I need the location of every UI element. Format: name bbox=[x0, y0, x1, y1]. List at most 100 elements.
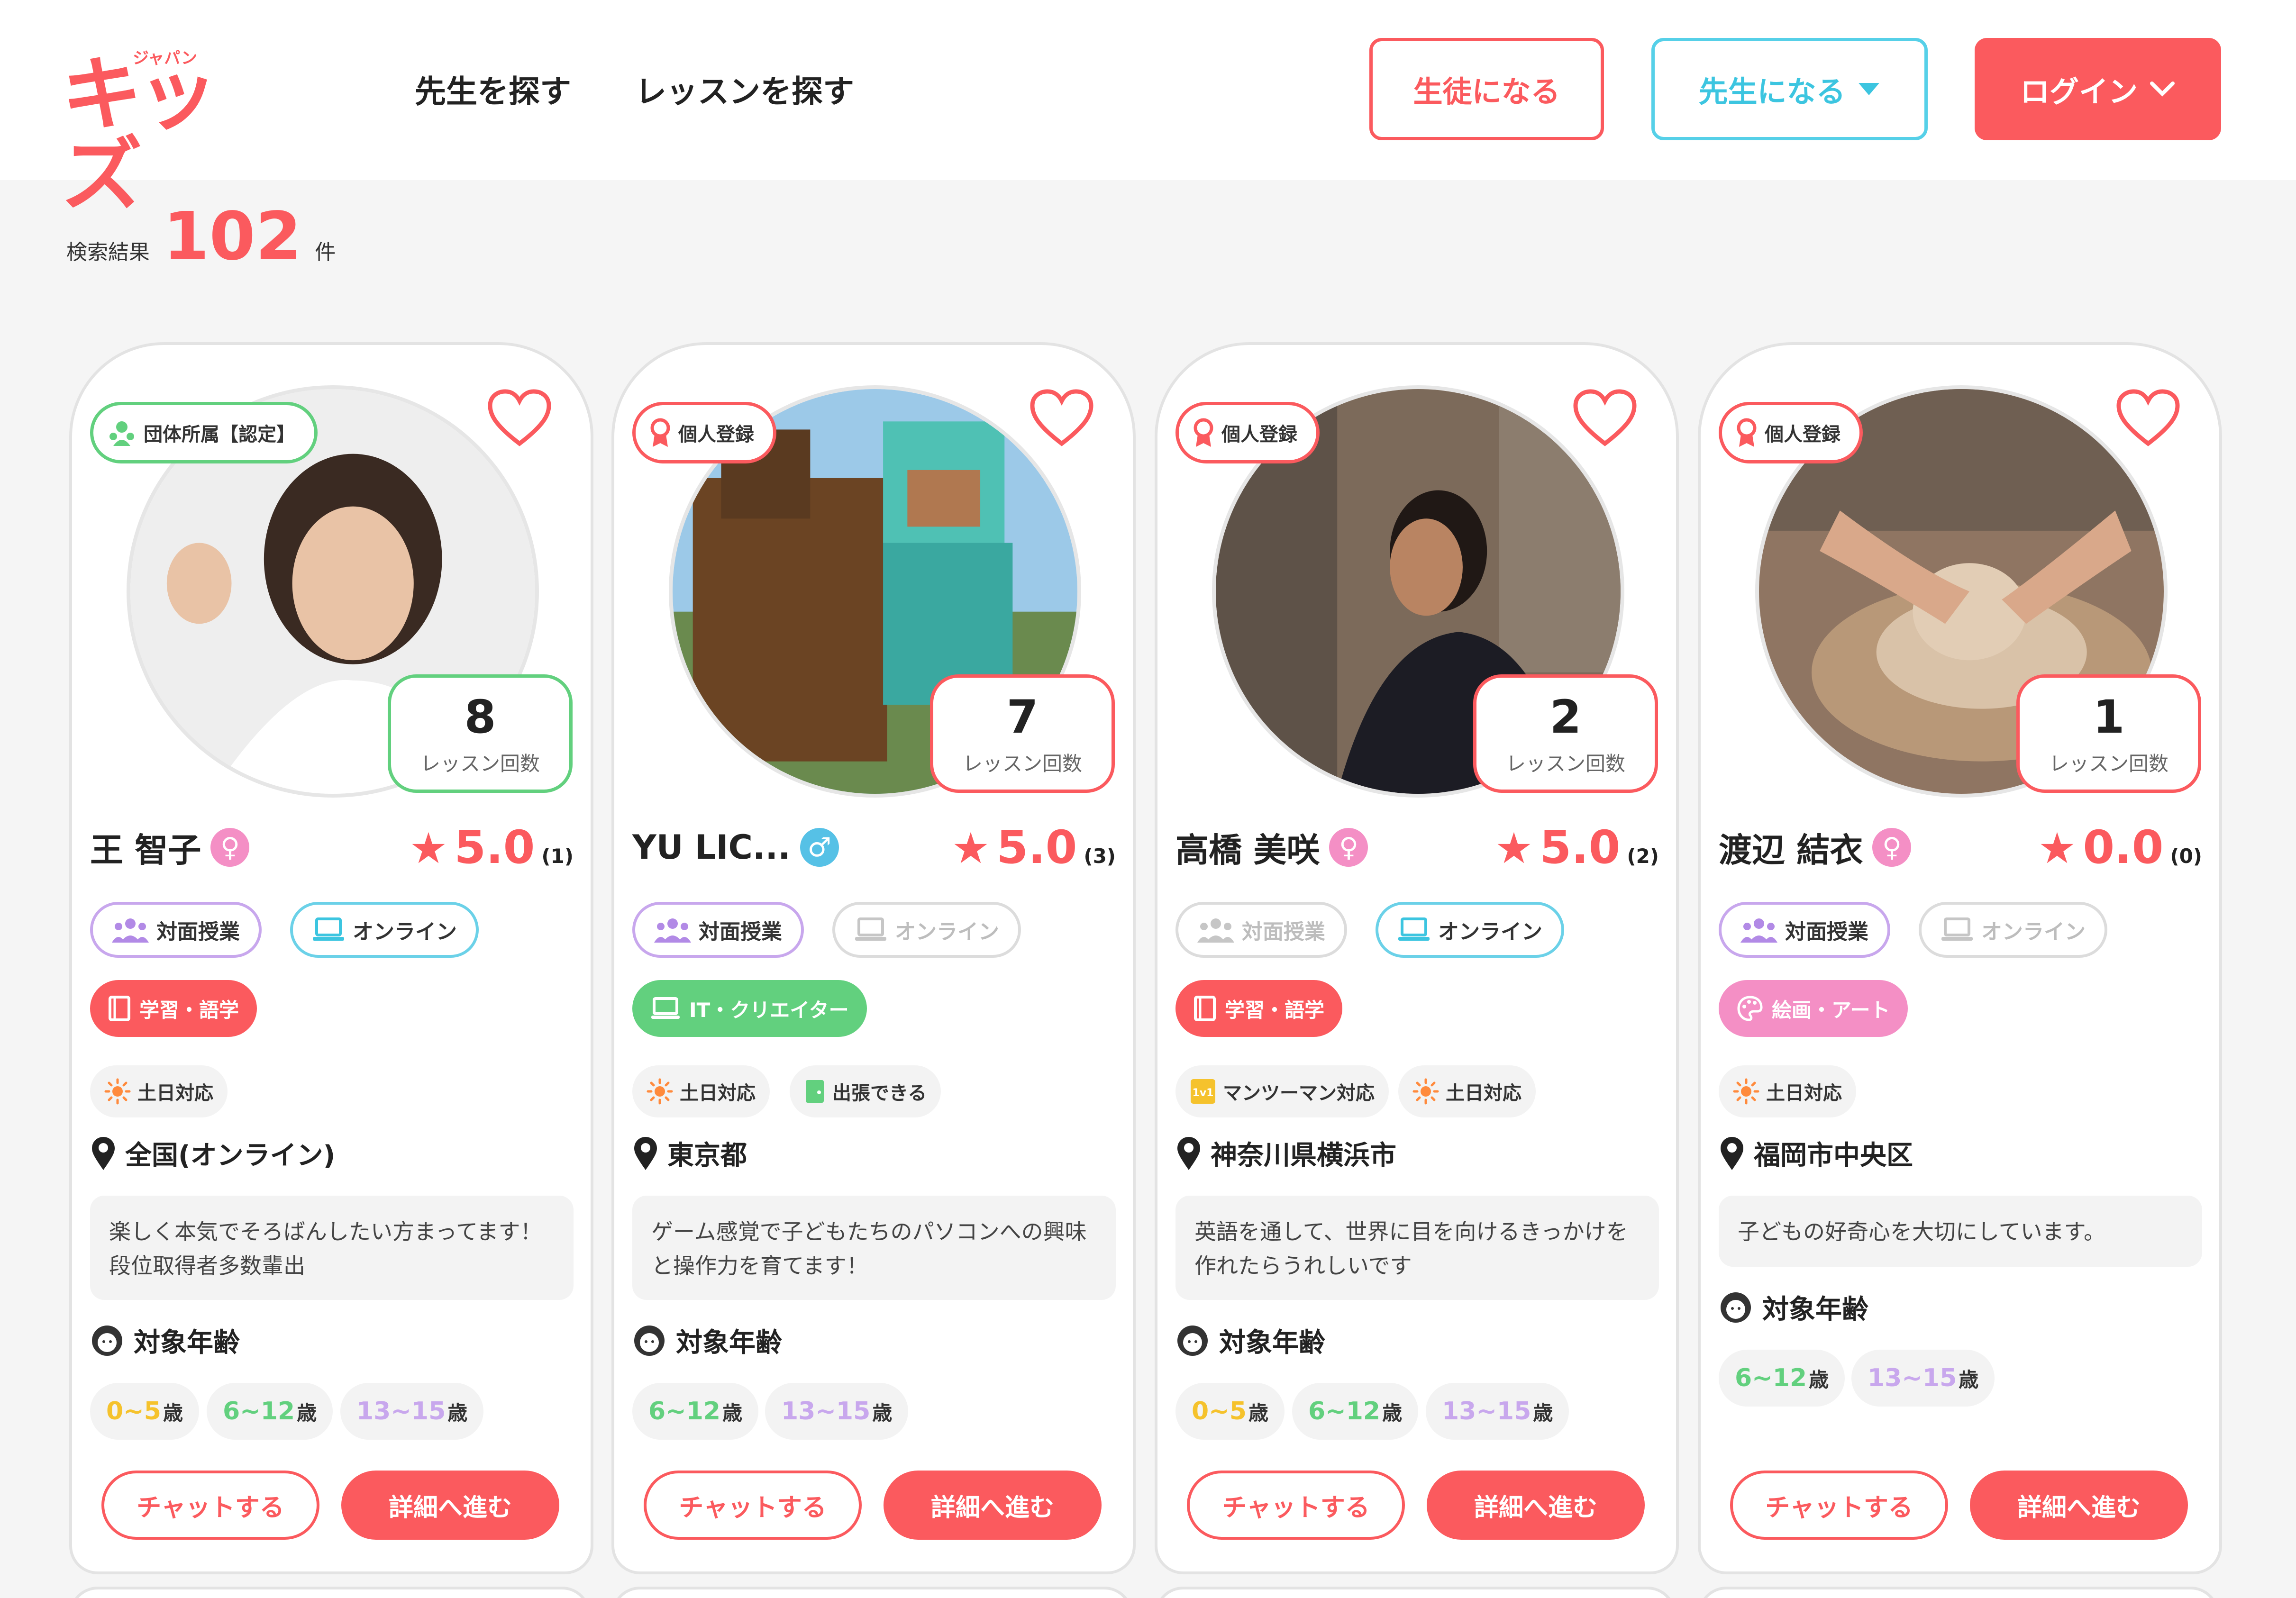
ribbon-icon bbox=[1737, 418, 1757, 447]
individual-badge: 個人登録 bbox=[632, 402, 776, 463]
review-count: (0) bbox=[2170, 844, 2202, 868]
female-icon: ♀ bbox=[1872, 828, 1912, 867]
people-icon bbox=[654, 918, 691, 943]
sun-icon bbox=[1412, 1078, 1439, 1105]
category-badge: 学習・語学 bbox=[1175, 980, 1343, 1037]
age-unit: 歳 bbox=[1533, 1401, 1553, 1425]
map-pin-icon bbox=[634, 1136, 657, 1170]
lesson-count-label: レッスン回数 bbox=[420, 752, 540, 775]
results-number: 102 bbox=[163, 198, 302, 275]
chat-button[interactable]: チャットする bbox=[644, 1471, 862, 1540]
name-row: YU LIC... ♂ ★ 5.0 (3) bbox=[632, 819, 1116, 876]
category-label: 学習・語学 bbox=[139, 998, 239, 1022]
nav-find-lesson[interactable]: レッスンを探す bbox=[635, 66, 854, 112]
rating-value: 0.0 bbox=[2083, 821, 2164, 874]
teacher-card[interactable]: 団体所属【認定】 8 レッスン回数 王 智子 ♀ ★ 5.0 (1) 対面授業 … bbox=[69, 342, 593, 1574]
lesson-count-box: 2 レッスン回数 bbox=[1473, 674, 1658, 793]
login-label: ログイン bbox=[2020, 74, 2138, 109]
sun-icon bbox=[1733, 1078, 1759, 1105]
sun-icon bbox=[647, 1078, 673, 1105]
age-unit: 歳 bbox=[1959, 1368, 1979, 1391]
age-pill: 13~15 歳 bbox=[1426, 1383, 1569, 1440]
child-face-icon bbox=[92, 1325, 122, 1356]
age-pill: 13~15 歳 bbox=[765, 1383, 909, 1440]
age-unit: 歳 bbox=[872, 1401, 893, 1425]
laptop-icon bbox=[651, 997, 680, 1019]
teacher-card[interactable]: 個人登録 2 レッスン回数 高橋 美咲 ♀ ★ 5.0 (2) 対面授業 オンラ… bbox=[1155, 342, 1679, 1574]
detail-button[interactable]: 詳細へ進む bbox=[1427, 1471, 1645, 1540]
weekend-tag: 土日対応 bbox=[1719, 1065, 1856, 1117]
lesson-count: 1 bbox=[2093, 690, 2125, 744]
individual-badge: 個人登録 bbox=[1175, 402, 1320, 463]
detail-button[interactable]: 詳細へ進む bbox=[341, 1471, 559, 1540]
one-on-one-tag: 1v1 マンツーマン対応 bbox=[1175, 1065, 1389, 1117]
group-icon bbox=[109, 421, 134, 446]
teacher-name: YU LIC... bbox=[632, 828, 791, 867]
tag-label: 土日対応 bbox=[680, 1082, 756, 1104]
star-icon: ★ bbox=[951, 824, 990, 873]
rating-value: 5.0 bbox=[996, 821, 1077, 874]
next-row-card bbox=[611, 1587, 1133, 1598]
teacher-card[interactable]: 個人登録 7 レッスン回数 YU LIC... ♂ ★ 5.0 (3) 対面授業… bbox=[611, 342, 1136, 1574]
book-icon bbox=[1194, 996, 1216, 1021]
category-badge: 絵画・アート bbox=[1719, 980, 1908, 1037]
chat-button[interactable]: チャットする bbox=[1730, 1471, 1948, 1540]
lesson-count-box: 8 レッスン回数 bbox=[388, 674, 573, 793]
child-face-icon bbox=[1177, 1325, 1208, 1356]
age-pill: 0~5 歳 bbox=[90, 1383, 199, 1440]
face-to-face-label: 対面授業 bbox=[156, 920, 240, 944]
become-student-button[interactable]: 生徒になる bbox=[1369, 38, 1604, 140]
location-label: 神奈川県横浜市 bbox=[1211, 1140, 1396, 1171]
map-pin-icon bbox=[1721, 1136, 1743, 1170]
favorite-heart-icon[interactable] bbox=[2115, 388, 2181, 449]
favorite-heart-icon[interactable] bbox=[1029, 388, 1095, 449]
online-label: オンライン bbox=[895, 920, 999, 944]
online-pill: オンライン bbox=[1376, 902, 1564, 958]
age-unit: 歳 bbox=[1248, 1401, 1268, 1425]
age-pill: 6~12 歳 bbox=[1719, 1350, 1845, 1407]
favorite-heart-icon[interactable] bbox=[1572, 388, 1638, 449]
palette-icon bbox=[1737, 996, 1763, 1021]
ribbon-icon bbox=[1194, 418, 1213, 447]
lesson-count: 2 bbox=[1549, 690, 1582, 744]
target-age-heading: 対象年齢 bbox=[1175, 1321, 1325, 1360]
rating-value: 5.0 bbox=[1540, 821, 1621, 874]
detail-button[interactable]: 詳細へ進む bbox=[1970, 1471, 2188, 1540]
age-pill: 13~15 歳 bbox=[340, 1383, 484, 1440]
target-age-heading: 対象年齢 bbox=[90, 1321, 240, 1360]
age-range: 6~12 bbox=[648, 1397, 721, 1425]
star-icon: ★ bbox=[409, 824, 448, 873]
female-icon: ♀ bbox=[1329, 828, 1368, 867]
age-pill: 0~5 歳 bbox=[1175, 1383, 1285, 1440]
teacher-card[interactable]: 個人登録 1 レッスン回数 渡辺 結衣 ♀ ★ 0.0 (0) 対面授業 オンラ… bbox=[1698, 342, 2222, 1574]
site-logo[interactable]: ジャパン キッズ bbox=[62, 45, 270, 216]
individual-badge: 個人登録 bbox=[1719, 402, 1863, 463]
review-count: (2) bbox=[1627, 844, 1659, 868]
lesson-count-label: レッスン回数 bbox=[962, 752, 1082, 775]
face-to-face-label: 対面授業 bbox=[699, 920, 782, 944]
online-pill-disabled: オンライン bbox=[832, 902, 1021, 958]
detail-button[interactable]: 詳細へ進む bbox=[884, 1471, 1102, 1540]
age-pill: 6~12 歳 bbox=[207, 1383, 333, 1440]
login-button[interactable]: ログイン bbox=[1975, 38, 2221, 140]
age-unit: 歳 bbox=[1809, 1368, 1829, 1391]
chat-button[interactable]: チャットする bbox=[1187, 1471, 1405, 1540]
description: 英語を通して、世界に目を向けるきっかけを作れたらうれしいです bbox=[1175, 1196, 1659, 1300]
tag-label: 土日対応 bbox=[1766, 1082, 1842, 1104]
location: 東京都 bbox=[632, 1134, 747, 1172]
category-label: 絵画・アート bbox=[1772, 998, 1890, 1022]
teacher-name: 高橋 美咲 bbox=[1175, 830, 1320, 870]
age-range: 0~5 bbox=[106, 1397, 161, 1425]
age-range: 6~12 bbox=[1308, 1397, 1381, 1425]
age-unit: 歳 bbox=[722, 1401, 743, 1425]
chat-button[interactable]: チャットする bbox=[101, 1471, 319, 1540]
badge-label: 個人登録 bbox=[1221, 424, 1297, 445]
one-on-one-icon: 1v1 bbox=[1191, 1079, 1215, 1104]
favorite-heart-icon[interactable] bbox=[486, 388, 553, 449]
header: ジャパン キッズ 先生を探す レッスンを探す 生徒になる 先生になる ログイン bbox=[0, 0, 2296, 216]
tag-label: マンツーマン対応 bbox=[1223, 1082, 1375, 1104]
nav-find-teacher[interactable]: 先生を探す bbox=[415, 66, 571, 112]
online-pill: オンライン bbox=[290, 902, 479, 958]
become-teacher-button[interactable]: 先生になる bbox=[1651, 38, 1928, 140]
group-certified-badge: 団体所属【認定】 bbox=[90, 402, 318, 463]
